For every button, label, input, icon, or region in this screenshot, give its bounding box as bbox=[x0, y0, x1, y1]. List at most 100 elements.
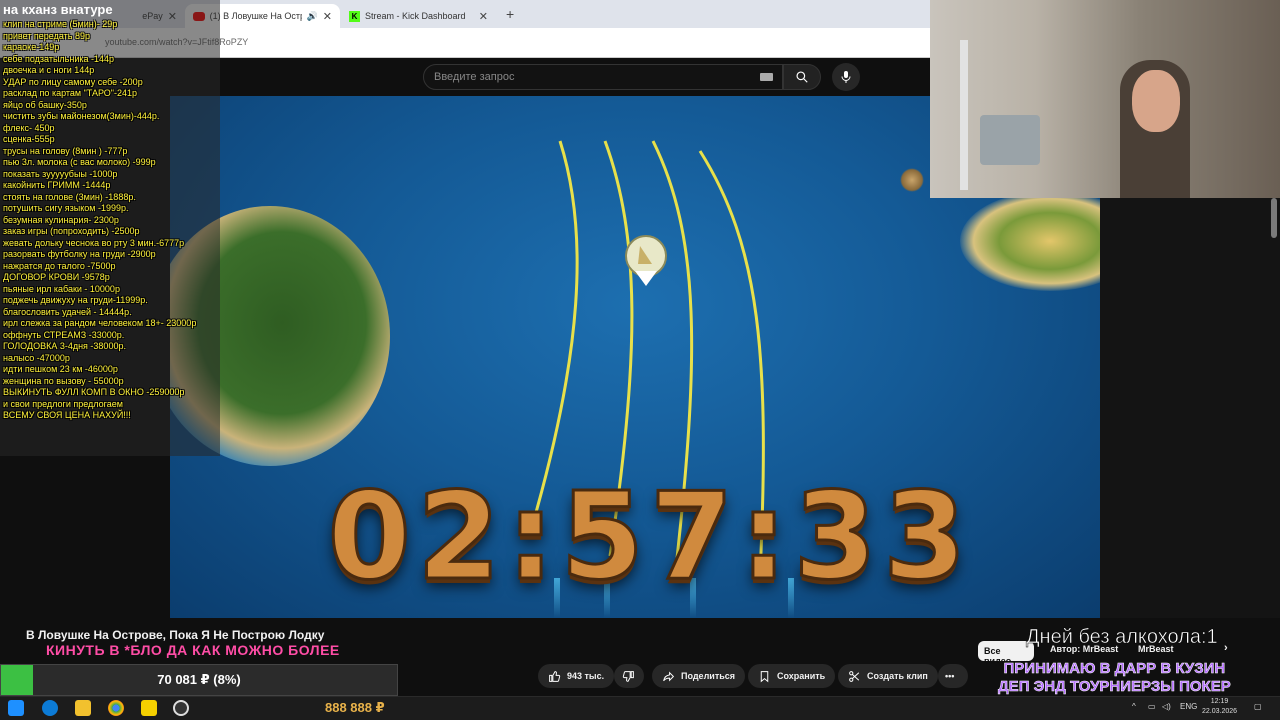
price-list-item: ДОГОВОР КРОВИ -9578р bbox=[3, 272, 110, 282]
scrollbar[interactable] bbox=[1271, 198, 1277, 238]
share-button[interactable]: Поделиться bbox=[652, 664, 746, 688]
price-list-item: жевать дольку чеснока во рту 3 мин.-6777… bbox=[3, 237, 185, 248]
price-list-item: себе подзатыльника -144р bbox=[3, 53, 115, 64]
chevron-up-icon[interactable]: ^ bbox=[1132, 702, 1136, 711]
edge-icon[interactable] bbox=[42, 700, 58, 716]
donation-ticker: КИНУТЬ В *БЛО ДА КАК МОЖНО БОЛЕЕ bbox=[46, 642, 340, 658]
chrome-icon[interactable] bbox=[108, 700, 124, 716]
price-list-item: расклад по картам "ТАРО"-241р bbox=[3, 88, 138, 98]
search-placeholder: Введите запрос bbox=[434, 71, 515, 83]
share-icon bbox=[663, 671, 675, 681]
price-list-item: налысо -47000р bbox=[3, 352, 70, 363]
file-explorer-icon[interactable] bbox=[75, 700, 91, 716]
overlay-title: на кханз внатуре bbox=[3, 2, 113, 17]
price-list-item: пьяные ирл кабаки - 10000р bbox=[3, 283, 120, 294]
price-list-item: оффнуть СТРЕАМЗ -33000р. bbox=[3, 329, 125, 340]
price-list-item: клип на стриме (5мин)- 29р bbox=[3, 19, 118, 29]
price-list-item: УДАР по лицу самому себе -200р bbox=[3, 76, 143, 87]
kick-icon: K bbox=[349, 10, 360, 22]
price-list-overlay: на кханз внатуре клип на стриме (5мин)- … bbox=[0, 0, 220, 456]
countdown-timer: 02:57:33 bbox=[326, 467, 973, 609]
speaker-icon[interactable]: 🔊 bbox=[307, 11, 318, 22]
price-list-item: трусы на голову (8мин ) -777р bbox=[3, 145, 128, 156]
save-button[interactable]: Сохранить bbox=[748, 664, 836, 688]
price-list-item: и свои предлоги предлогаем bbox=[3, 398, 123, 409]
search-input[interactable]: Введите запрос bbox=[423, 64, 783, 90]
promo-line-1: ПРИНИМАЮ В ДАРР В КУЗИН bbox=[1003, 660, 1226, 678]
webcam-feed bbox=[930, 0, 1280, 198]
price-list-item: ВСЕМУ СВОЯ ЦЕНА НАХУЙ!!! bbox=[3, 410, 131, 420]
goal-amount: 70 081 ₽ (8%) bbox=[157, 672, 241, 687]
system-clock[interactable]: 12:19 22.03.2026 bbox=[1202, 697, 1237, 717]
monitor bbox=[980, 115, 1040, 165]
donation-goal-bar: 70 081 ₽ (8%) bbox=[0, 664, 398, 696]
voice-search-button[interactable] bbox=[832, 63, 860, 91]
price-list-item: яйцо об башку-350р bbox=[3, 99, 87, 110]
price-list-item: какойнить ГРИММ -1444р bbox=[3, 180, 111, 190]
price-list-item: двоечка и с ноги 144р bbox=[3, 65, 95, 75]
price-list-item: благословить удачей - 14444р. bbox=[3, 306, 132, 317]
promo-line-2: ДЕП ЭНД ТОУРНИЕРЗЫ ПОКЕР bbox=[998, 678, 1231, 696]
clip-button[interactable]: Создать клип bbox=[838, 664, 938, 688]
donation-counter: 888 888 ₽ bbox=[325, 700, 385, 715]
like-count: 943 тыс. bbox=[567, 671, 605, 681]
price-list-item: стоять на голове (3мин) -1888р. bbox=[3, 191, 136, 202]
promo-banner: ПРИНИМАЮ В ДАРР В КУЗИН ДЕП ЭНД ТОУРНИЕР… bbox=[998, 660, 1231, 696]
price-list-item: привет передать 89р bbox=[3, 30, 90, 41]
price-list-item: разорвать футболку на груди -2900р bbox=[3, 249, 156, 259]
price-list: клип на стриме (5мин)- 29р привет передат… bbox=[3, 19, 223, 422]
mic-stand bbox=[960, 40, 968, 190]
price-list-item: ГОЛОДОВКА 3-4дня -38000р. bbox=[3, 341, 126, 351]
price-list-item: ирл слежка за рандом человеком 18+- 2300… bbox=[3, 318, 197, 328]
scissors-icon bbox=[849, 670, 860, 682]
network-icon[interactable]: ▭ bbox=[1148, 702, 1156, 711]
mic-icon bbox=[841, 71, 851, 83]
language-indicator[interactable]: ENG bbox=[1180, 702, 1197, 711]
clock-date: 22.03.2026 bbox=[1202, 708, 1238, 715]
chevron-right-icon[interactable]: › bbox=[1224, 642, 1228, 654]
thumbs-down-icon bbox=[622, 670, 634, 682]
price-list-item: ВЫКИНУТЬ ФУЛЛ КОМП В ОКНО -259000р bbox=[3, 387, 185, 397]
tab-kick-dashboard[interactable]: K Stream - Kick Dashboard ✕ bbox=[341, 4, 496, 28]
video-title: В Ловушке На Острове, Пока Я Не Построю … bbox=[26, 628, 325, 642]
price-list-item: караоке-149р bbox=[3, 42, 60, 52]
clip-label: Создать клип bbox=[867, 671, 928, 681]
tab-label: (1) В Ловушке На Острове bbox=[210, 11, 302, 21]
streamer-face bbox=[1132, 70, 1180, 132]
like-button[interactable]: 943 тыс. bbox=[538, 664, 615, 688]
search-icon bbox=[796, 71, 808, 83]
price-list-item: женщина по вызову - 55000р bbox=[3, 375, 124, 386]
price-list-item: идти пешком 23 км -46000р bbox=[3, 364, 118, 374]
share-label: Поделиться bbox=[681, 671, 736, 681]
price-list-item: нажратся до талого -7500р bbox=[3, 260, 116, 271]
price-list-item: флекс- 450р bbox=[3, 122, 55, 133]
keyboard-icon[interactable] bbox=[760, 73, 773, 81]
notification-icon[interactable]: ▢ bbox=[1254, 702, 1262, 711]
price-list-item: заказ игры (попроходить) -2500р bbox=[3, 226, 140, 236]
price-list-item: чистить зубы майонезом(3мин)-444р. bbox=[3, 111, 160, 121]
sidebar-recommendations bbox=[1100, 198, 1280, 618]
close-icon[interactable]: ✕ bbox=[323, 10, 332, 23]
obs-icon[interactable] bbox=[173, 700, 189, 716]
more-actions-button[interactable]: ••• bbox=[938, 664, 968, 688]
new-tab-icon[interactable]: + bbox=[506, 6, 514, 22]
close-icon[interactable]: ✕ bbox=[479, 10, 488, 23]
more-icon: ••• bbox=[945, 671, 955, 681]
dislike-button[interactable] bbox=[614, 664, 644, 688]
no-alcohol-counter: Дней без алкохола:1 bbox=[1026, 626, 1218, 649]
price-list-item: безумная кулинария- 2300р bbox=[3, 214, 119, 225]
thumbs-up-icon bbox=[549, 670, 561, 682]
bookmark-icon bbox=[760, 670, 769, 682]
price-list-item: поджечь движуху на груди-11999р. bbox=[3, 295, 148, 305]
tab-label: Stream - Kick Dashboard bbox=[365, 11, 466, 21]
price-list-item: сценка-555р bbox=[3, 134, 55, 144]
price-list-item: пью 3л. молока (с вас молоко) -999р bbox=[3, 157, 156, 167]
volume-icon[interactable]: ◁) bbox=[1162, 702, 1171, 711]
save-label: Сохранить bbox=[777, 671, 826, 681]
price-list-item: потушить сигу языком -1999р. bbox=[3, 203, 129, 213]
price-list-item: показать зууууубыы -1000р bbox=[3, 168, 118, 179]
windows-start-icon[interactable] bbox=[8, 700, 24, 716]
search-button[interactable] bbox=[783, 64, 821, 90]
clock-time: 12:19 bbox=[1210, 698, 1229, 705]
app-icon[interactable] bbox=[141, 700, 157, 716]
